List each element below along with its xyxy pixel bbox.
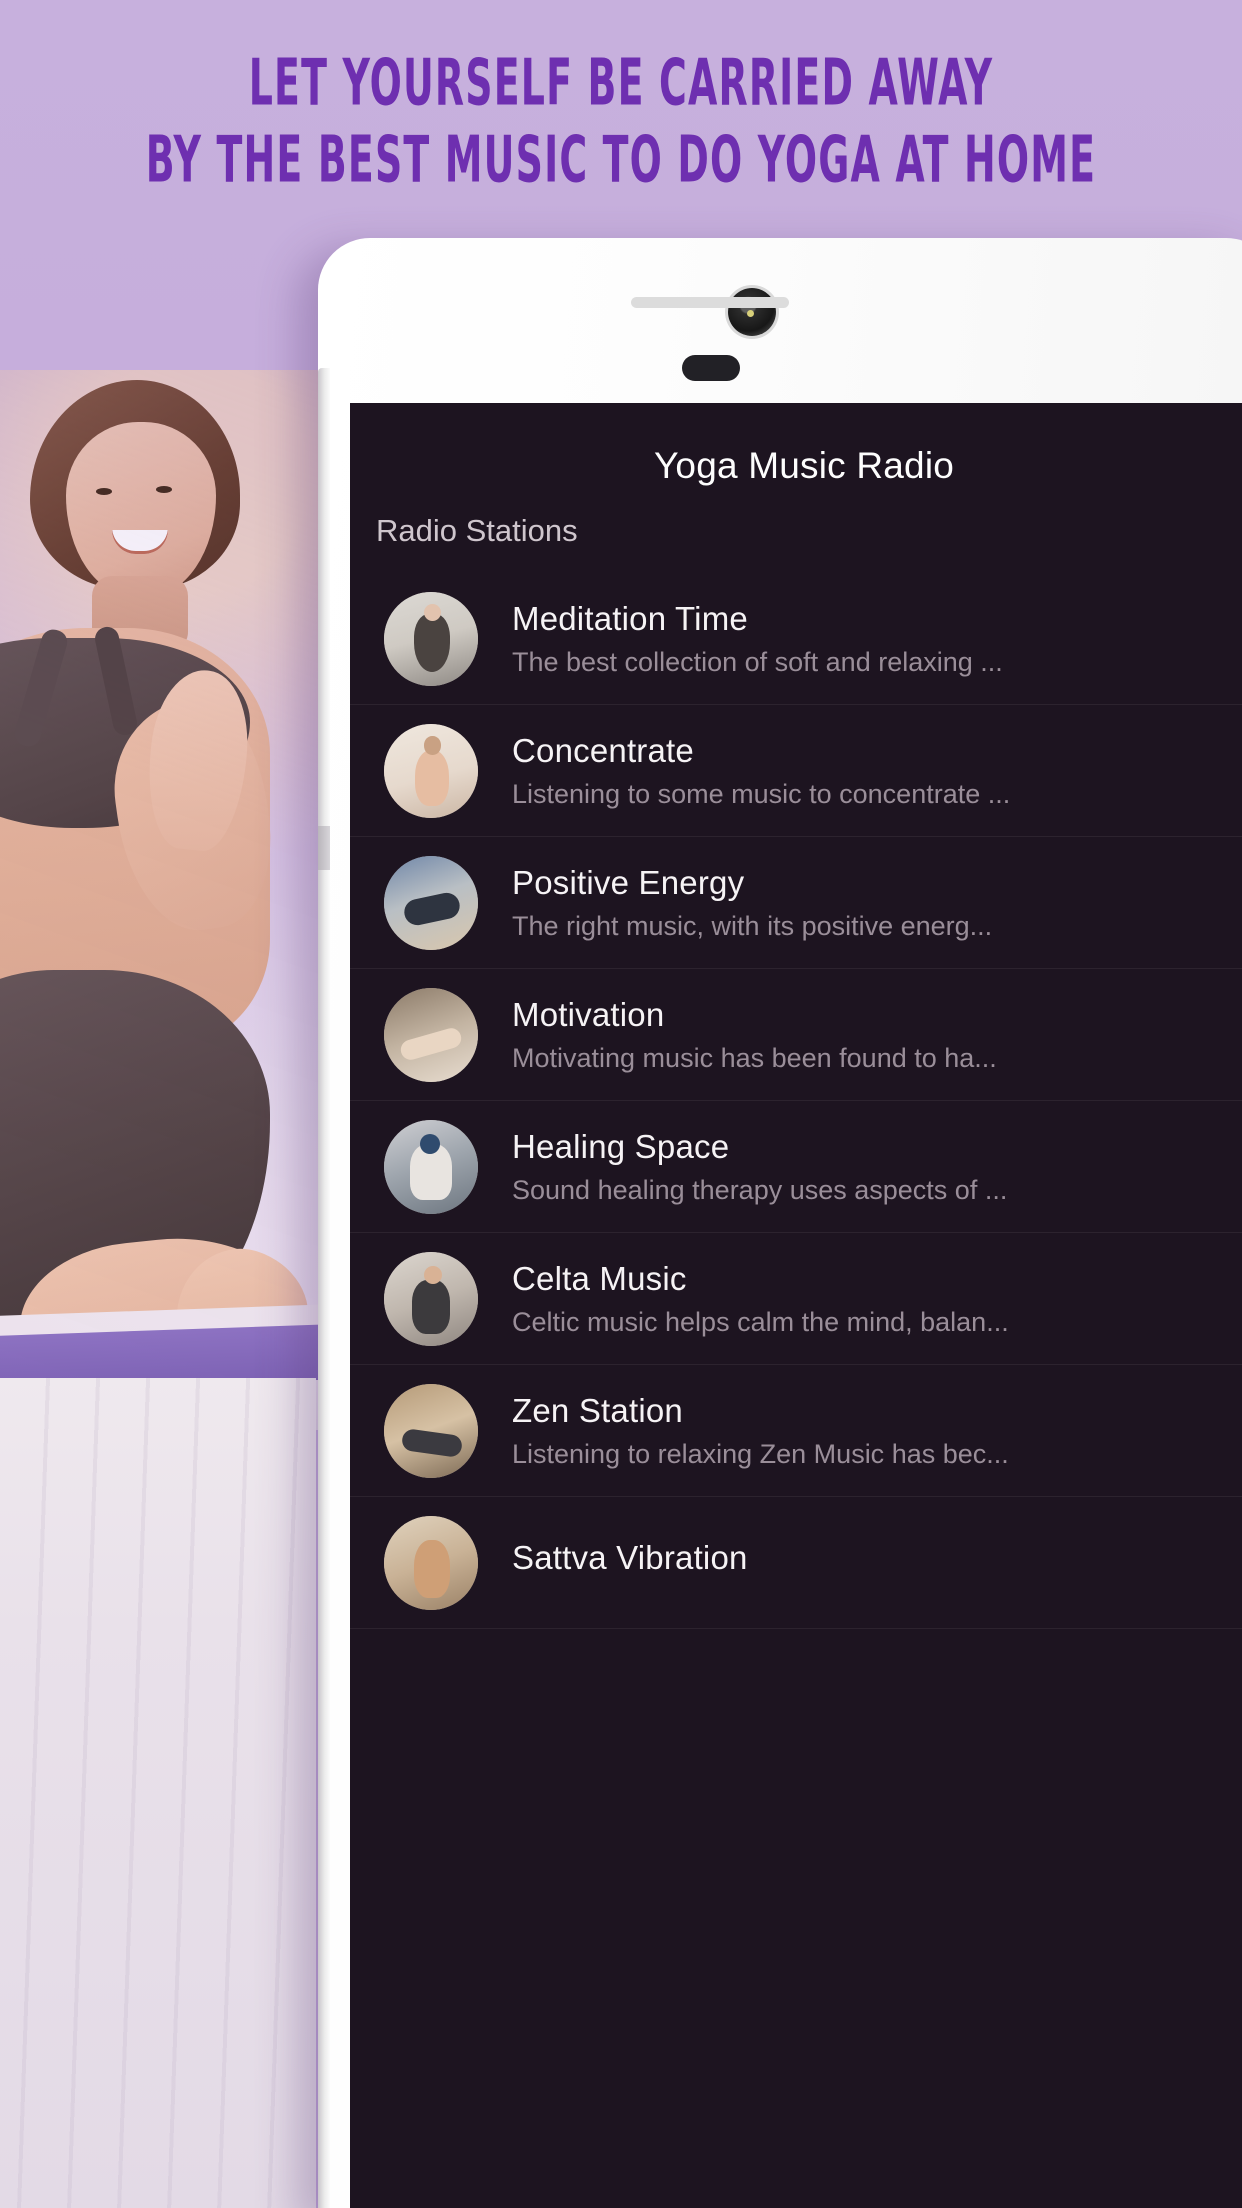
list-item[interactable]: Concentrate Listening to some music to c…: [350, 705, 1242, 837]
floor-strip: [0, 1378, 316, 2208]
station-name: Meditation Time: [512, 599, 748, 637]
station-description: Celtic music helps calm the mind, balan.…: [512, 1306, 1009, 1337]
list-item[interactable]: Positive Energy The right music, with it…: [350, 837, 1242, 969]
camera-icon: [728, 288, 776, 336]
list-item[interactable]: Healing Space Sound healing therapy uses…: [350, 1101, 1242, 1233]
app-screen: Yoga Music Radio Radio Stations Meditati…: [350, 403, 1242, 2208]
station-description: The right music, with its positive energ…: [512, 910, 993, 941]
station-name: Motivation: [512, 995, 665, 1033]
station-avatar: [384, 1119, 478, 1214]
station-avatar: [384, 1515, 478, 1610]
station-name: Positive Energy: [512, 863, 745, 901]
station-avatar: [384, 591, 478, 686]
list-item[interactable]: Motivation Motivating music has been fou…: [350, 969, 1242, 1101]
station-description: Motivating music has been found to ha...: [512, 1042, 997, 1073]
station-description: Listening to relaxing Zen Music has bec.…: [512, 1438, 1009, 1469]
headline-line-2: by the best music to do yoga at home: [145, 122, 1097, 197]
sensor-pill-icon: [682, 355, 740, 381]
headline-line-1: Let yourself be carried away: [248, 45, 994, 120]
station-avatar: [384, 987, 478, 1082]
list-item[interactable]: Zen Station Listening to relaxing Zen Mu…: [350, 1365, 1242, 1497]
station-description: Sound healing therapy uses aspects of ..…: [512, 1174, 1008, 1205]
speaker-grille-icon: [631, 297, 789, 308]
station-avatar: [384, 855, 478, 950]
list-item[interactable]: Sattva Vibration: [350, 1497, 1242, 1629]
phone-mockup: Yoga Music Radio Radio Stations Meditati…: [318, 238, 1242, 2208]
station-name: Sattva Vibration: [512, 1539, 748, 1576]
list-item[interactable]: Meditation Time The best collection of s…: [350, 573, 1242, 705]
list-item[interactable]: Celta Music Celtic music helps calm the …: [350, 1233, 1242, 1365]
station-avatar: [384, 1251, 478, 1346]
station-avatar: [384, 1383, 478, 1478]
section-label-radio-stations: Radio Stations: [376, 513, 578, 548]
phone-side-button[interactable]: [318, 826, 330, 870]
station-avatar: [384, 723, 478, 818]
phone-side-edge: [318, 368, 330, 2208]
station-description: Listening to some music to concentrate .…: [512, 778, 1011, 809]
radio-station-list: Meditation Time The best collection of s…: [350, 573, 1242, 1629]
poster-background: Let yourself be carried away by the best…: [0, 0, 1242, 2208]
station-name: Healing Space: [512, 1127, 730, 1165]
station-name: Celta Music: [512, 1259, 687, 1297]
station-description: The best collection of soft and relaxing…: [512, 646, 1003, 677]
poster-headline: Let yourself be carried away by the best…: [0, 50, 1242, 192]
page-title: Yoga Music Radio: [653, 445, 955, 486]
yoga-photo: [0, 370, 330, 1430]
station-name: Concentrate: [512, 731, 694, 769]
station-name: Zen Station: [512, 1391, 683, 1429]
